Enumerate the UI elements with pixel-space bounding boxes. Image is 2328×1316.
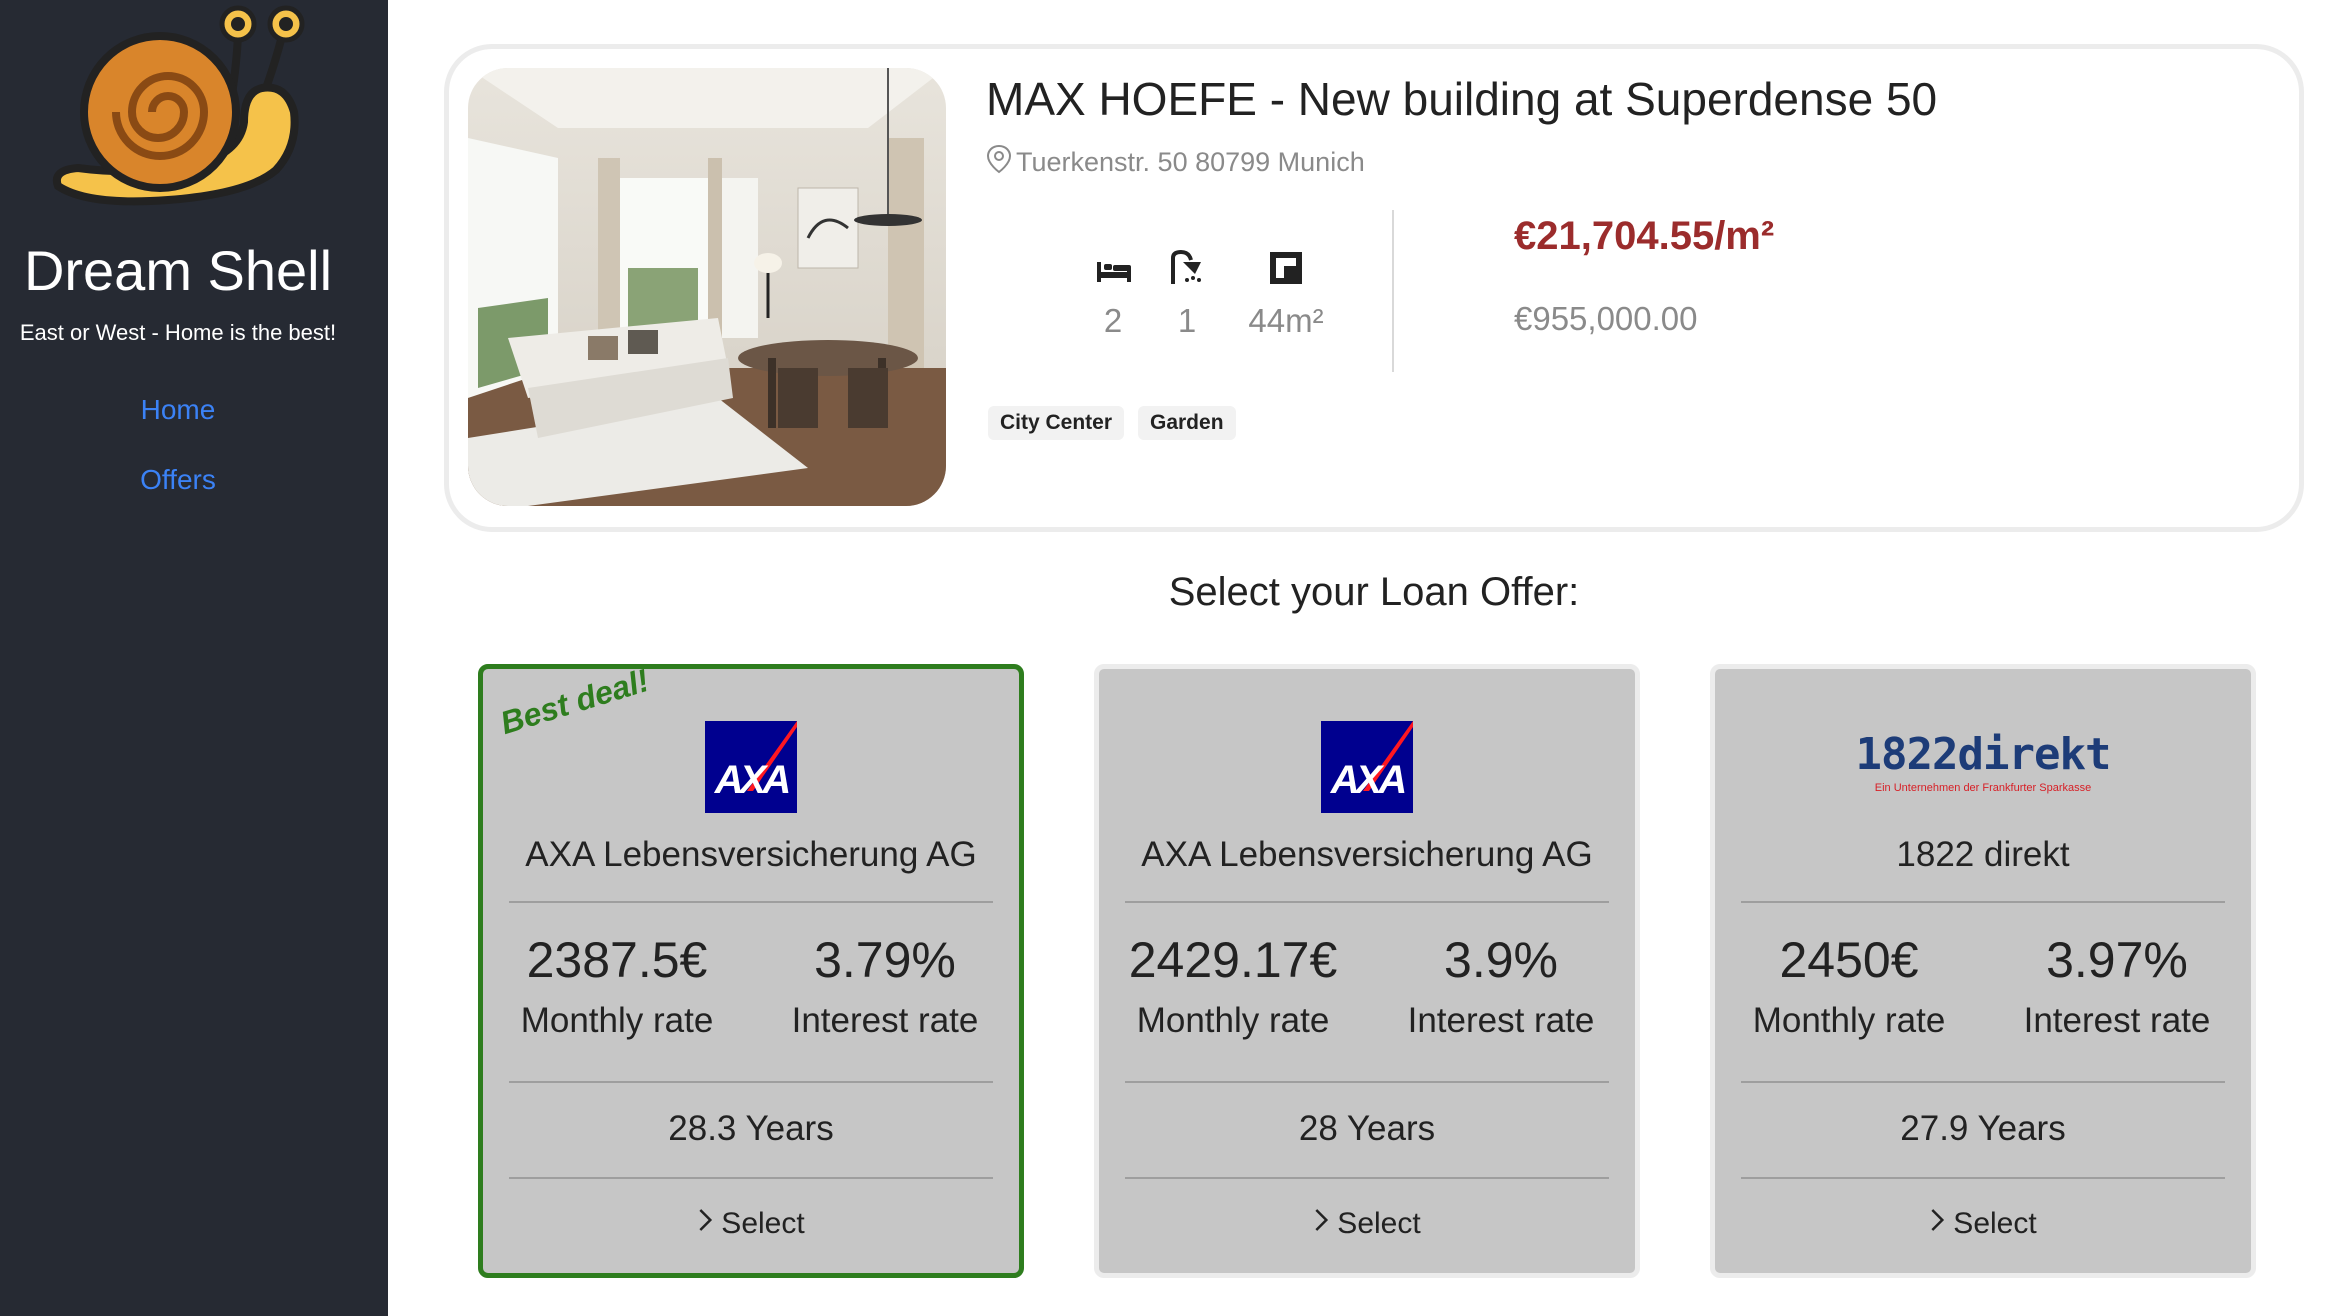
interest-rate-value: 3.9% [1444, 932, 1558, 988]
loan-offers-heading: Select your Loan Offer: [1168, 570, 1580, 614]
shower-icon [1162, 248, 1212, 288]
bathrooms-feature: 1 [1162, 248, 1212, 340]
area-value: 44m² [1248, 302, 1324, 339]
monthly-rate: 2387.5€ Monthly rate [483, 931, 751, 1041]
area-feature: 44m² [1236, 248, 1336, 340]
property-title: MAX HOEFE - New building at Superdense 5… [986, 73, 1938, 125]
select-offer-button[interactable]: Select [1313, 1207, 1421, 1241]
divider [1125, 1177, 1609, 1179]
axa-logo: AXA [1321, 721, 1413, 818]
select-offer-button[interactable]: Select [697, 1207, 805, 1241]
loan-duration: 28.3 Years [668, 1109, 834, 1148]
sidebar: Dream Shell East or West - Home is the b… [0, 0, 388, 1316]
monthly-rate-label: Monthly rate [520, 1001, 714, 1040]
select-label: Select [721, 1207, 805, 1240]
bathrooms-count: 1 [1177, 302, 1197, 339]
price-divider [1392, 210, 1394, 372]
bank-name: 1822 direkt [1896, 835, 2070, 874]
interest-rate-label: Interest rate [791, 1001, 979, 1040]
interest-rate: 3.97% Interest rate [1983, 931, 2251, 1041]
brand-name: Dream Shell [23, 239, 333, 302]
bank-name: AXA Lebensversicherung AG [525, 835, 977, 874]
interest-rate-value: 3.97% [2046, 932, 2188, 988]
monthly-rate-value: 2429.17€ [1128, 932, 1338, 988]
snail-logo [48, 0, 310, 220]
select-label: Select [1337, 1207, 1421, 1240]
monthly-rate: 2429.17€ Monthly rate [1099, 931, 1367, 1041]
monthly-rate-label: Monthly rate [1752, 1001, 1946, 1040]
interest-rate: 3.79% Interest rate [751, 931, 1019, 1041]
divider [509, 901, 993, 903]
divider [1125, 901, 1609, 903]
monthly-rate-value: 2450€ [1779, 932, 1919, 988]
chevron-right-icon [1313, 1207, 1329, 1241]
location-pin-icon [986, 144, 1012, 181]
svg-text:Ein Unternehmen der Frankfurte: Ein Unternehmen der Frankfurter Sparkass… [1875, 782, 2091, 794]
property-address: Tuerkenstr. 50 80799 Munich [986, 144, 1365, 181]
bank-name: AXA Lebensversicherung AG [1141, 835, 1593, 874]
chevron-right-icon [1929, 1207, 1945, 1241]
bedrooms-feature: 2 [1088, 248, 1138, 340]
1822direkt-logo: 1822direkt Ein Unternehmen der Frankfurt… [1838, 729, 2128, 800]
bedrooms-count: 2 [1103, 302, 1123, 339]
tag-city-center: City Center [988, 406, 1125, 440]
interest-rate-value: 3.79% [814, 932, 956, 988]
price-total: €955,000.00 [1514, 300, 1698, 337]
loan-offer-card[interactable]: 1822direkt Ein Unternehmen der Frankfurt… [1710, 664, 2256, 1278]
select-label: Select [1953, 1207, 2037, 1240]
brand-tagline: East or West - Home is the best! [19, 320, 337, 345]
property-photo [468, 68, 946, 506]
floor-area-icon [1236, 248, 1336, 288]
divider [1741, 901, 2225, 903]
divider [509, 1081, 993, 1083]
svg-text:1822direkt: 1822direkt [1856, 729, 2111, 780]
divider [1125, 1081, 1609, 1083]
price-per-m2: €21,704.55/m² [1514, 214, 1775, 258]
best-deal-badge: Best deal! [496, 661, 653, 742]
loan-duration: 28 Years [1298, 1109, 1436, 1148]
bed-icon [1088, 248, 1138, 288]
nav-offers-link[interactable]: Offers [0, 464, 356, 496]
nav-home-link[interactable]: Home [0, 394, 356, 426]
tag-garden: Garden [1138, 406, 1236, 440]
chevron-right-icon [697, 1207, 713, 1241]
axa-logo: AXA [705, 721, 797, 818]
interest-rate-label: Interest rate [2023, 1001, 2211, 1040]
divider [509, 1177, 993, 1179]
interest-rate: 3.9% Interest rate [1367, 931, 1635, 1041]
monthly-rate-label: Monthly rate [1136, 1001, 1330, 1040]
monthly-rate-value: 2387.5€ [526, 932, 708, 988]
svg-text:AXA: AXA [714, 758, 789, 802]
select-offer-button[interactable]: Select [1929, 1207, 2037, 1241]
interest-rate-label: Interest rate [1407, 1001, 1595, 1040]
divider [1741, 1177, 2225, 1179]
divider [1741, 1081, 2225, 1083]
svg-text:AXA: AXA [1330, 758, 1405, 802]
monthly-rate: 2450€ Monthly rate [1715, 931, 1983, 1041]
address-text: Tuerkenstr. 50 80799 Munich [1016, 147, 1365, 177]
loan-offer-card[interactable]: Best deal! AXA AXA Lebensversicherung AG… [478, 661, 1024, 1278]
loan-duration: 27.9 Years [1900, 1109, 2066, 1148]
loan-offer-card[interactable]: AXA AXA Lebensversicherung AG 2429.17€ M… [1094, 664, 1640, 1278]
